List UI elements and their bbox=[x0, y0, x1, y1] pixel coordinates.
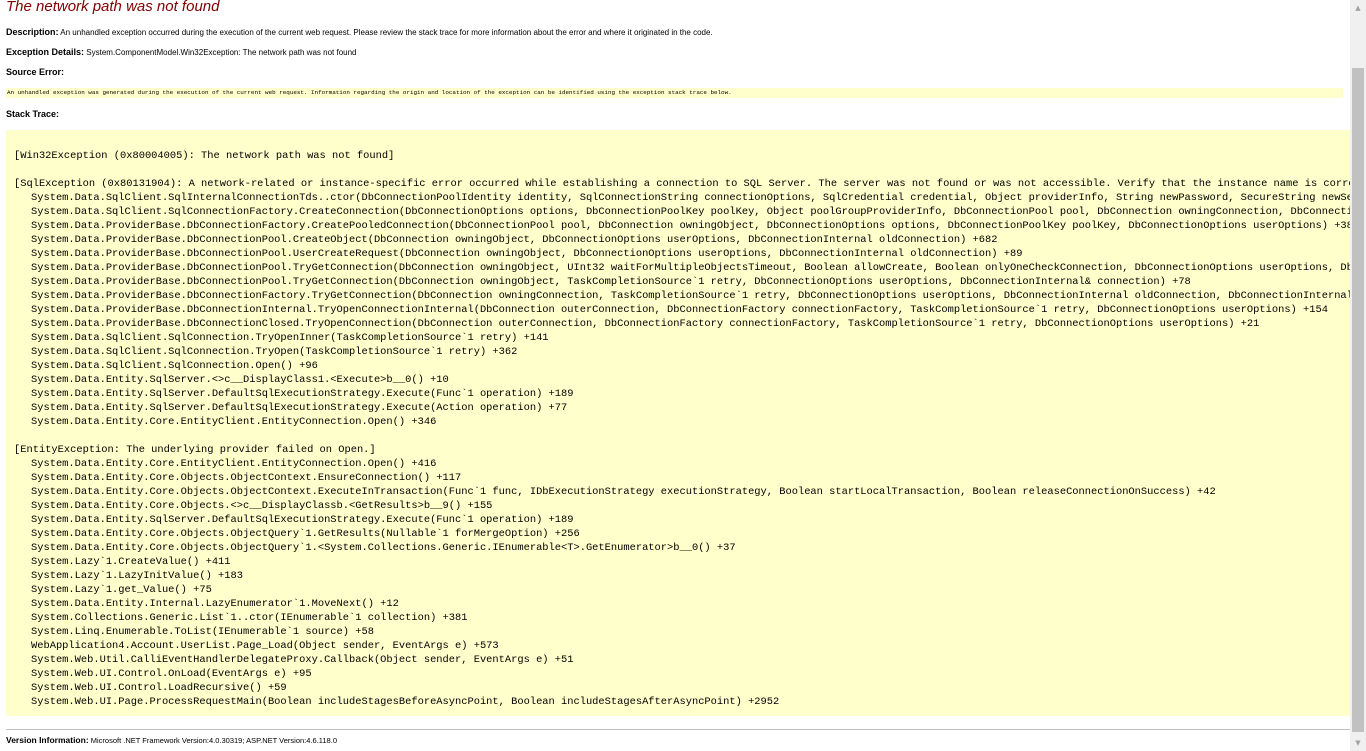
stack-frame: System.Data.ProviderBase.DbConnectionPoo… bbox=[31, 262, 1350, 274]
scrollbar-thumb[interactable] bbox=[1352, 68, 1364, 732]
stack-frame: System.Data.SqlClient.SqlInternalConnect… bbox=[31, 192, 1350, 204]
stack-trace-text: [Win32Exception (0x80004005): The networ… bbox=[14, 149, 1350, 709]
exception-details-label: Exception Details: bbox=[6, 47, 85, 57]
stack-frame: System.Data.Entity.SqlServer.<>c__Displa… bbox=[31, 374, 449, 386]
stack-frame: System.Data.SqlClient.SqlConnection.TryO… bbox=[31, 332, 549, 344]
description-text: An unhandled exception occurred during t… bbox=[60, 28, 713, 37]
stack-frame: System.Web.UI.Control.LoadRecursive() +5… bbox=[31, 682, 287, 694]
stack-frame: System.Web.UI.Control.OnLoad(EventArgs e… bbox=[31, 668, 312, 680]
stack-frame: System.Data.Entity.Core.Objects.ObjectCo… bbox=[31, 486, 1216, 498]
stack-frame: System.Data.SqlClient.SqlConnection.Open… bbox=[31, 360, 318, 372]
stack-frame: System.Data.SqlClient.SqlConnection.TryO… bbox=[31, 346, 518, 358]
description-label: Description: bbox=[6, 27, 59, 37]
stack-frame: System.Data.Entity.Core.EntityClient.Ent… bbox=[31, 458, 437, 470]
stack-frame: System.Data.Entity.Core.Objects.ObjectQu… bbox=[31, 542, 736, 554]
exception-details-line: Exception Details: System.ComponentModel… bbox=[6, 47, 357, 58]
error-page: The network path was not found Descripti… bbox=[0, 0, 1350, 751]
stack-frame: System.Collections.Generic.List`1..ctor(… bbox=[31, 612, 468, 624]
stack-exception-header: [Win32Exception (0x80004005): The networ… bbox=[14, 150, 395, 162]
stack-frame: System.Data.Entity.Core.Objects.ObjectQu… bbox=[31, 528, 580, 540]
triangle-down-icon[interactable]: ▼ bbox=[1350, 735, 1366, 751]
exception-details-text: System.ComponentModel.Win32Exception: Th… bbox=[86, 48, 357, 57]
stack-frame: System.Data.SqlClient.SqlConnectionFacto… bbox=[31, 206, 1350, 218]
stack-frame: System.Data.ProviderBase.DbConnectionPoo… bbox=[31, 248, 1023, 260]
stack-exception-header: [SqlException (0x80131904): A network-re… bbox=[14, 178, 1350, 190]
stack-frame: System.Data.ProviderBase.DbConnectionFac… bbox=[31, 220, 1350, 232]
version-information-label: Version Information: bbox=[6, 735, 89, 745]
vertical-scrollbar[interactable]: ▲ ▼ bbox=[1350, 0, 1366, 751]
description-line: Description: An unhandled exception occu… bbox=[6, 27, 713, 38]
stack-trace-label: Stack Trace: bbox=[6, 109, 60, 119]
stack-frame: System.Data.Entity.SqlServer.DefaultSqlE… bbox=[31, 402, 568, 414]
stack-frame: System.Data.ProviderBase.DbConnectionPoo… bbox=[31, 234, 998, 246]
page-title: The network path was not found bbox=[6, 0, 220, 15]
stack-frame: System.Lazy`1.get_Value() +75 bbox=[31, 584, 212, 596]
source-error-label: Source Error: bbox=[6, 67, 65, 77]
stack-frame: System.Data.Entity.Core.Objects.<>c__Dis… bbox=[31, 500, 493, 512]
stack-frame: System.Data.ProviderBase.DbConnectionPoo… bbox=[31, 276, 1191, 288]
version-information-line: Version Information: Microsoft .NET Fram… bbox=[6, 735, 337, 746]
stack-frame: WebApplication4.Account.UserList.Page_Lo… bbox=[31, 640, 499, 652]
stack-frame: System.Lazy`1.CreateValue() +411 bbox=[31, 556, 231, 568]
stack-frame: System.Web.Util.CalliEventHandlerDelegat… bbox=[31, 654, 574, 666]
triangle-up-icon[interactable]: ▲ bbox=[1350, 0, 1366, 16]
stack-blank-line bbox=[14, 429, 1350, 443]
stack-frame: System.Data.Entity.Internal.LazyEnumerat… bbox=[31, 598, 399, 610]
stack-frame: System.Data.Entity.Core.EntityClient.Ent… bbox=[31, 416, 437, 428]
stack-frame: System.Data.ProviderBase.DbConnectionFac… bbox=[31, 290, 1350, 302]
stack-frame: System.Data.Entity.Core.Objects.ObjectCo… bbox=[31, 472, 462, 484]
source-error-text: An unhandled exception was generated dur… bbox=[7, 89, 732, 96]
stack-frame: System.Lazy`1.LazyInitValue() +183 bbox=[31, 570, 244, 582]
stack-blank-line bbox=[14, 163, 1350, 177]
stack-exception-header: [EntityException: The underlying provide… bbox=[14, 444, 376, 456]
stack-frame: System.Data.Entity.SqlServer.DefaultSqlE… bbox=[31, 388, 574, 400]
version-information-text: Microsoft .NET Framework Version:4.0.303… bbox=[90, 736, 337, 745]
stack-frame: System.Linq.Enumerable.ToList(IEnumerabl… bbox=[31, 626, 374, 638]
stack-trace-box: [Win32Exception (0x80004005): The networ… bbox=[6, 130, 1350, 716]
stack-frame: System.Data.ProviderBase.DbConnectionInt… bbox=[31, 304, 1328, 316]
source-error-box: An unhandled exception was generated dur… bbox=[6, 88, 1343, 98]
stack-frame: System.Data.Entity.SqlServer.DefaultSqlE… bbox=[31, 514, 574, 526]
stack-frame: System.Data.ProviderBase.DbConnectionClo… bbox=[31, 318, 1260, 330]
stack-frame: System.Web.UI.Page.ProcessRequestMain(Bo… bbox=[31, 696, 780, 708]
divider bbox=[6, 729, 1350, 730]
